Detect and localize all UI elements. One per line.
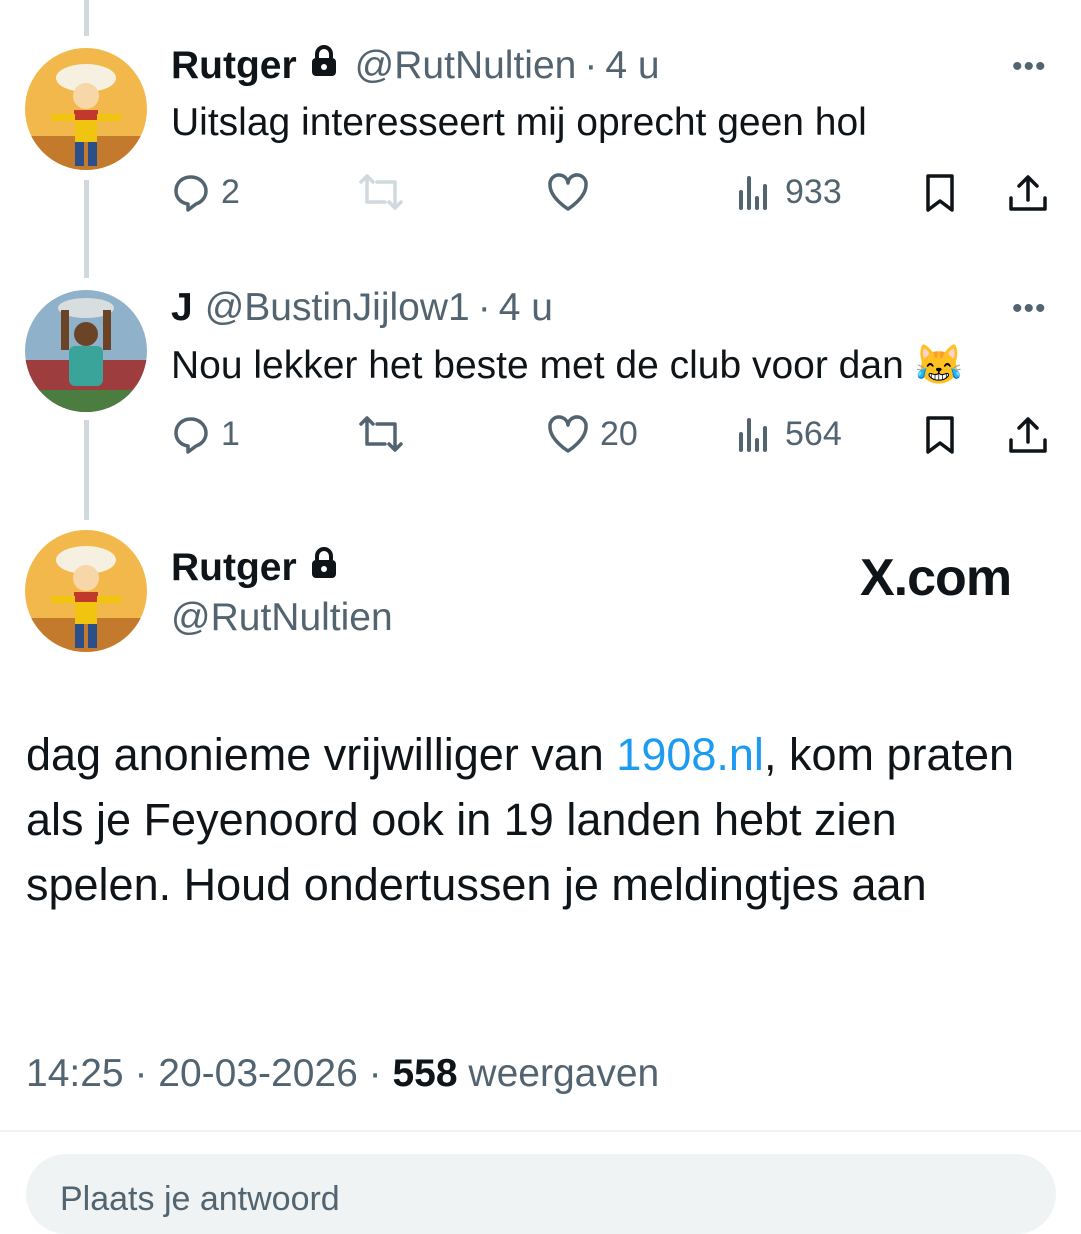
more-icon[interactable]: ••• <box>1012 292 1047 326</box>
separator: · <box>134 1052 148 1095</box>
reply-icon <box>171 172 211 212</box>
avatar[interactable] <box>25 290 147 412</box>
author-handle[interactable]: @RutNultien <box>355 44 577 88</box>
retweet-button[interactable] <box>358 414 404 454</box>
retweet-button[interactable] <box>358 172 404 212</box>
views-button[interactable]: 933 <box>735 172 842 212</box>
author-name[interactable]: Rutger <box>171 44 297 88</box>
avatar-illustration <box>25 48 147 170</box>
reply-count: 2 <box>221 172 240 211</box>
divider <box>0 1130 1081 1132</box>
reply-icon <box>171 414 211 454</box>
tweet-text-part: dag anonieme vrijwilliger van <box>26 729 617 780</box>
author-name[interactable]: Rutger <box>171 546 297 590</box>
like-button[interactable]: 20 <box>546 414 638 454</box>
like-button[interactable] <box>546 172 590 212</box>
reply-button[interactable]: 1 <box>171 414 240 454</box>
tweet-time[interactable]: 4 u <box>605 44 659 88</box>
tweet-time[interactable]: 14:25 <box>26 1052 124 1095</box>
like-icon <box>546 414 590 454</box>
like-count: 20 <box>600 414 638 453</box>
tweet-link[interactable]: 1908.nl <box>616 729 764 780</box>
share-icon <box>1006 172 1050 214</box>
views-count: 564 <box>785 414 842 453</box>
lock-icon <box>309 44 339 83</box>
tweet-time[interactable]: 4 u <box>499 286 553 330</box>
avatar[interactable] <box>25 48 147 170</box>
retweet-icon <box>358 172 404 212</box>
views-button[interactable]: 564 <box>735 414 842 454</box>
separator: · <box>368 1052 382 1095</box>
author-handle[interactable]: @RutNultien <box>171 596 393 640</box>
views-count: 933 <box>785 172 842 211</box>
separator: · <box>477 286 491 329</box>
tweet-date[interactable]: 20-03-2026 <box>158 1052 358 1095</box>
reply-button[interactable]: 2 <box>171 172 240 212</box>
avatar[interactable] <box>25 530 147 652</box>
x-brand-logo: X.com <box>860 549 1012 607</box>
views-icon <box>735 414 775 454</box>
retweet-icon <box>358 414 404 454</box>
thread-line-2 <box>84 420 89 520</box>
share-icon <box>1006 414 1050 456</box>
share-button[interactable] <box>1006 414 1050 456</box>
views-count: 558 <box>392 1052 458 1095</box>
tweet-text: Nou lekker het beste met de club voor da… <box>171 344 964 387</box>
share-button[interactable] <box>1006 172 1050 214</box>
reply-input[interactable]: Plaats je antwoord <box>26 1154 1056 1234</box>
lock-icon <box>309 546 339 585</box>
more-icon[interactable]: ••• <box>1012 50 1047 84</box>
views-icon <box>735 172 775 212</box>
reply-count: 1 <box>221 414 240 453</box>
avatar-photo <box>25 290 147 412</box>
like-icon <box>546 172 590 212</box>
thread-line-top <box>84 0 89 36</box>
bookmark-icon <box>920 172 960 214</box>
thread-line-1 <box>84 180 89 278</box>
tweet-text: dag anonieme vrijwilliger van 1908.nl, k… <box>26 722 1026 917</box>
tweet-text: Uitslag interesseert mij oprecht geen ho… <box>171 101 867 144</box>
bookmark-icon <box>920 414 960 456</box>
author-handle[interactable]: @BustinJijlow1 <box>205 286 470 330</box>
bookmark-button[interactable] <box>920 414 960 456</box>
bookmark-button[interactable] <box>920 172 960 214</box>
avatar-illustration <box>25 530 147 652</box>
author-name[interactable]: J <box>171 286 193 330</box>
views-label: weergaven <box>468 1052 660 1095</box>
separator: · <box>584 44 598 87</box>
tweet-meta: 14:25 · 20-03-2026 · 558 weergaven <box>26 1052 659 1096</box>
